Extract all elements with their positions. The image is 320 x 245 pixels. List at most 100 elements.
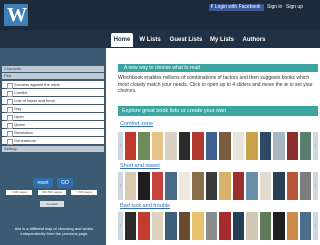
- carousel-left-arrow[interactable]: ‹: [118, 172, 123, 200]
- book-cover[interactable]: [192, 212, 204, 240]
- book-cover[interactable]: [138, 212, 150, 240]
- tab-guest-lists[interactable]: Guest Lists: [168, 33, 204, 47]
- go-button[interactable]: GO: [57, 178, 73, 188]
- book-cover[interactable]: [273, 212, 285, 240]
- size-short-button[interactable]: < 300 pages: [6, 190, 32, 195]
- option-label: Open: [14, 114, 24, 119]
- book-cover[interactable]: [125, 212, 136, 240]
- list-title-bad-luck-and-trouble[interactable]: Bad luck and trouble: [120, 203, 170, 209]
- book-cover[interactable]: [165, 212, 177, 240]
- section-setting[interactable]: Setting: [2, 146, 104, 152]
- book-cover[interactable]: [287, 172, 298, 200]
- intro-banner: A new way to choose what to read: [118, 64, 318, 72]
- list-title-short-and-sweet[interactable]: Short and sweet: [120, 163, 160, 169]
- option-label: Conflict: [14, 90, 28, 95]
- book-cover[interactable]: [260, 212, 271, 240]
- book-cover[interactable]: [287, 212, 298, 240]
- book-cover[interactable]: [219, 172, 231, 200]
- checkbox[interactable]: [7, 82, 13, 89]
- section-plot[interactable]: Plot: [2, 73, 104, 79]
- plot-option[interactable]: Revelation: [2, 129, 104, 137]
- book-cover[interactable]: [152, 172, 163, 200]
- option-label: Gay: [14, 106, 22, 111]
- book-cover[interactable]: [273, 172, 285, 200]
- option-label: Success against the odds: [14, 82, 60, 87]
- book-cover[interactable]: [233, 172, 244, 200]
- book-cover[interactable]: [219, 132, 231, 160]
- facebook-icon: f: [211, 4, 213, 10]
- sign-in-link[interactable]: Sign in: [267, 4, 282, 11]
- book-cover[interactable]: [192, 172, 204, 200]
- book-cover[interactable]: [206, 172, 217, 200]
- checkbox[interactable]: [7, 98, 13, 105]
- book-cover[interactable]: [206, 212, 217, 240]
- book-cover[interactable]: [300, 172, 311, 200]
- book-cover[interactable]: [165, 172, 177, 200]
- book-cover[interactable]: [260, 132, 271, 160]
- book-cover[interactable]: [179, 212, 190, 240]
- carousel-right-arrow[interactable]: ›: [313, 212, 318, 240]
- book-cover[interactable]: [125, 132, 136, 160]
- tab-home[interactable]: Home: [111, 33, 133, 47]
- plot-option[interactable]: Generations: [2, 137, 104, 145]
- carousel-right-arrow[interactable]: ›: [313, 132, 318, 160]
- checkbox[interactable]: [7, 90, 13, 97]
- book-cover[interactable]: [219, 212, 231, 240]
- checkbox[interactable]: [7, 122, 13, 129]
- list-title-comfort-zone[interactable]: Comfort zone: [120, 121, 153, 127]
- book-cover[interactable]: [246, 132, 258, 160]
- book-cover[interactable]: [246, 212, 258, 240]
- option-label: Lots of twists and turns: [14, 98, 55, 103]
- plot-option[interactable]: Quest: [2, 121, 104, 129]
- go-back-button[interactable]: Go back: [40, 201, 64, 207]
- checkbox[interactable]: [7, 114, 13, 121]
- book-cover[interactable]: [273, 132, 285, 160]
- book-cover[interactable]: [260, 172, 271, 200]
- book-cover[interactable]: [233, 212, 244, 240]
- size-long-button[interactable]: > 500 pages: [71, 190, 97, 195]
- plot-option[interactable]: Conflict: [2, 89, 104, 97]
- size-medium-button[interactable]: 300-500 pages: [38, 190, 66, 195]
- book-cover[interactable]: [138, 172, 150, 200]
- book-cover[interactable]: [192, 132, 204, 160]
- facebook-login-button[interactable]: f Login with Facebook: [209, 4, 264, 11]
- book-cover[interactable]: [152, 132, 163, 160]
- tab-w-lists[interactable]: W Lists: [136, 33, 164, 47]
- checkbox[interactable]: [7, 138, 13, 145]
- book-cover[interactable]: [179, 172, 190, 200]
- checkbox[interactable]: [7, 130, 13, 137]
- carousel-right-arrow[interactable]: ›: [313, 172, 318, 200]
- tab-my-lists[interactable]: My Lists: [208, 33, 236, 47]
- book-cover[interactable]: [246, 172, 258, 200]
- sidebar-note: this is a different way of choosing and …: [14, 226, 94, 236]
- facebook-login-label: Login with Facebook: [214, 4, 261, 10]
- explore-header: Explore great book lists or create your …: [118, 106, 318, 116]
- plot-option[interactable]: Gay: [2, 105, 104, 113]
- option-label: Generations: [14, 138, 36, 143]
- plot-option[interactable]: Lots of twists and turns: [2, 97, 104, 105]
- carousel-left-arrow[interactable]: ‹: [118, 212, 123, 240]
- book-cover[interactable]: [179, 132, 190, 160]
- book-cover[interactable]: [287, 132, 298, 160]
- section-character[interactable]: Character: [2, 66, 104, 72]
- carousel-left-arrow[interactable]: ‹: [118, 132, 123, 160]
- sign-up-link[interactable]: Sign up: [286, 4, 303, 11]
- book-cover[interactable]: [138, 132, 150, 160]
- book-cover[interactable]: [300, 132, 311, 160]
- option-label: Revelation: [14, 130, 33, 135]
- book-cover[interactable]: [233, 132, 244, 160]
- book-cover[interactable]: [152, 212, 163, 240]
- book-cover[interactable]: [165, 132, 177, 160]
- book-cover[interactable]: [125, 172, 136, 200]
- logo[interactable]: W: [4, 4, 28, 26]
- book-cover[interactable]: [300, 212, 311, 240]
- logo-mark: W: [7, 4, 27, 26]
- option-label: Quest: [14, 122, 25, 127]
- tab-authors[interactable]: Authors: [240, 33, 268, 47]
- reset-button[interactable]: reset: [33, 178, 53, 188]
- book-cover[interactable]: [206, 132, 217, 160]
- checkbox[interactable]: [7, 106, 13, 113]
- plot-option[interactable]: Success against the odds: [2, 81, 104, 89]
- intro-text: Whichbook enables millions of combinatio…: [118, 75, 313, 94]
- plot-option[interactable]: Open: [2, 113, 104, 121]
